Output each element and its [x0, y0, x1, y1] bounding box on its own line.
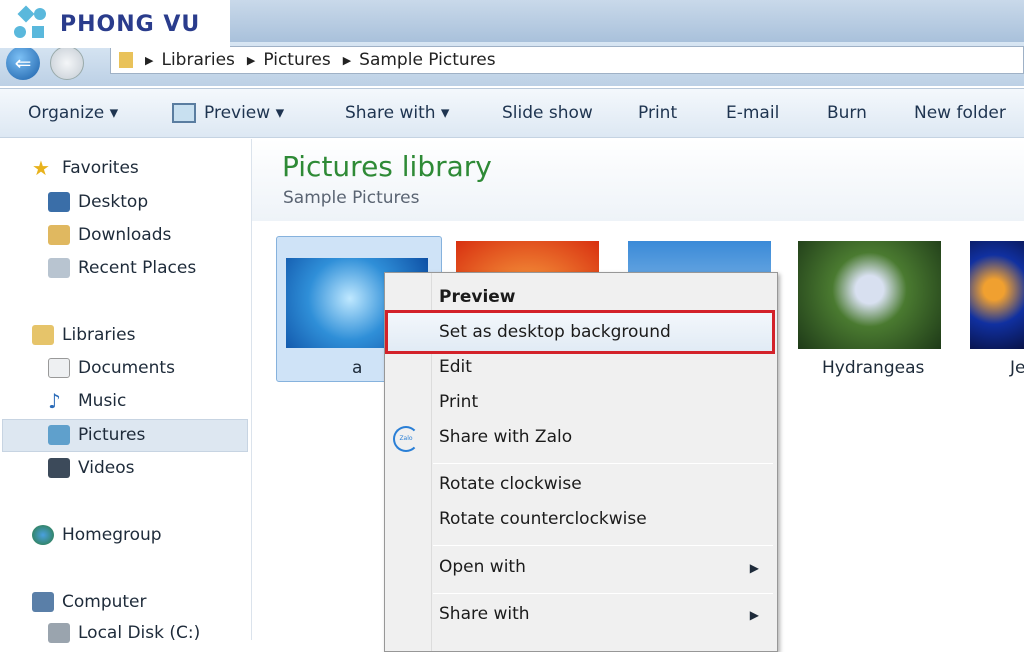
desktop-icon — [48, 192, 70, 212]
context-menu: Preview Set as desktop background Edit P… — [384, 272, 778, 652]
sidebar-label: Libraries — [62, 325, 136, 345]
sidebar-label: Recent Places — [78, 258, 197, 278]
sidebar-label: Downloads — [78, 225, 172, 245]
preview-button[interactable]: Preview ▾ — [204, 103, 284, 123]
thumbnail-jellyfish[interactable] — [970, 241, 1024, 349]
page-subtitle: Sample Pictures — [283, 188, 420, 208]
sidebar-label: Local Disk (C:) — [78, 623, 201, 643]
back-button[interactable]: ⇐ — [6, 46, 40, 80]
menu-item-open-with[interactable]: Open with — [439, 557, 526, 577]
forward-button[interactable] — [50, 46, 84, 80]
sidebar-label: Pictures — [78, 425, 146, 445]
burn-button[interactable]: Burn — [827, 103, 867, 123]
slide-show-button[interactable]: Slide show — [502, 103, 593, 123]
share-with-button[interactable]: Share with ▾ — [345, 103, 449, 123]
menu-item-share-with-zalo[interactable]: Share with Zalo — [439, 427, 572, 447]
libraries-icon — [32, 325, 54, 345]
sidebar-item-homegroup[interactable]: Homegroup — [32, 525, 162, 545]
menu-item-rotate-counterclockwise[interactable]: Rotate counterclockwise — [439, 509, 647, 529]
command-bar: Organize ▾ Preview ▾ Share with ▾ Slide … — [0, 88, 1024, 138]
new-folder-button[interactable]: New folder — [914, 103, 1006, 123]
breadcrumb-sample-pictures[interactable]: Sample Pictures — [359, 50, 495, 70]
menu-item-set-desktop-background[interactable]: Set as desktop background — [439, 322, 671, 342]
thumbnail-hydrangeas[interactable] — [798, 241, 941, 349]
submenu-arrow-icon: ▶ — [749, 561, 759, 575]
menu-item-edit[interactable]: Edit — [439, 357, 472, 377]
homegroup-icon — [32, 525, 54, 545]
file-name: Je — [1010, 358, 1024, 378]
sidebar-item-computer[interactable]: Computer — [32, 592, 147, 612]
logo-icon — [12, 5, 52, 42]
menu-separator — [433, 545, 773, 546]
navigation-pane: ★ Favorites Desktop Downloads Recent Plac… — [0, 139, 252, 643]
recent-places-icon — [48, 258, 70, 278]
sidebar-item-recent-places[interactable]: Recent Places — [48, 258, 196, 278]
sidebar-item-videos[interactable]: Videos — [48, 458, 135, 478]
print-button[interactable]: Print — [638, 103, 677, 123]
menu-separator — [433, 463, 773, 464]
music-icon: ♪ — [48, 389, 61, 413]
address-bar[interactable]: ▶ Libraries ▶ Pictures ▶ Sample Pictures — [110, 46, 1024, 74]
computer-icon — [32, 592, 54, 612]
sidebar-label: Documents — [78, 358, 175, 378]
sidebar-item-desktop[interactable]: Desktop — [48, 192, 148, 212]
sidebar-item-music[interactable]: ♪ Music — [48, 391, 126, 411]
chevron-right-icon: ▶ — [145, 53, 154, 67]
logo-text: PHONG VU — [60, 11, 201, 37]
phong-vu-watermark: PHONG VU — [0, 0, 230, 48]
sidebar-label: Music — [78, 391, 127, 411]
breadcrumb-pictures[interactable]: Pictures — [263, 50, 330, 70]
folder-icon — [119, 52, 133, 68]
chevron-right-icon: ▶ — [342, 53, 352, 67]
pictures-icon — [48, 425, 70, 445]
chevron-right-icon: ▶ — [246, 53, 256, 67]
sidebar-label: Videos — [78, 458, 135, 478]
videos-icon — [48, 458, 70, 478]
sidebar-item-downloads[interactable]: Downloads — [48, 225, 171, 245]
sidebar-item-libraries[interactable]: Libraries — [32, 325, 135, 345]
sidebar-item-pictures[interactable]: Pictures — [48, 425, 145, 445]
documents-icon — [48, 358, 70, 378]
email-button[interactable]: E-mail — [726, 103, 779, 123]
sidebar-label: Homegroup — [62, 525, 162, 545]
star-icon: ★ — [32, 156, 50, 180]
menu-item-preview[interactable]: Preview — [439, 287, 516, 307]
sidebar-item-local-disk[interactable]: Local Disk (C:) — [48, 623, 200, 643]
zalo-icon: Zalo — [393, 426, 419, 452]
menu-item-print[interactable]: Print — [439, 392, 478, 412]
sidebar-item-favorites[interactable]: ★ Favorites — [32, 158, 139, 178]
sidebar-label: Desktop — [78, 192, 149, 212]
organize-button[interactable]: Organize ▾ — [28, 103, 118, 123]
sidebar-label: Computer — [62, 592, 147, 612]
file-name: Hydrangeas — [822, 358, 925, 378]
submenu-arrow-icon: ▶ — [749, 608, 759, 622]
file-name: a — [352, 358, 363, 378]
downloads-icon — [48, 225, 70, 245]
sidebar-item-documents[interactable]: Documents — [48, 358, 175, 378]
menu-separator — [433, 593, 773, 594]
menu-item-rotate-clockwise[interactable]: Rotate clockwise — [439, 474, 582, 494]
breadcrumb-libraries[interactable]: Libraries — [161, 50, 234, 70]
sidebar-label: Favorites — [62, 158, 139, 178]
disk-icon — [48, 623, 70, 643]
page-title: Pictures library — [282, 150, 492, 183]
preview-icon — [172, 103, 196, 123]
menu-item-share-with[interactable]: Share with — [439, 604, 530, 624]
